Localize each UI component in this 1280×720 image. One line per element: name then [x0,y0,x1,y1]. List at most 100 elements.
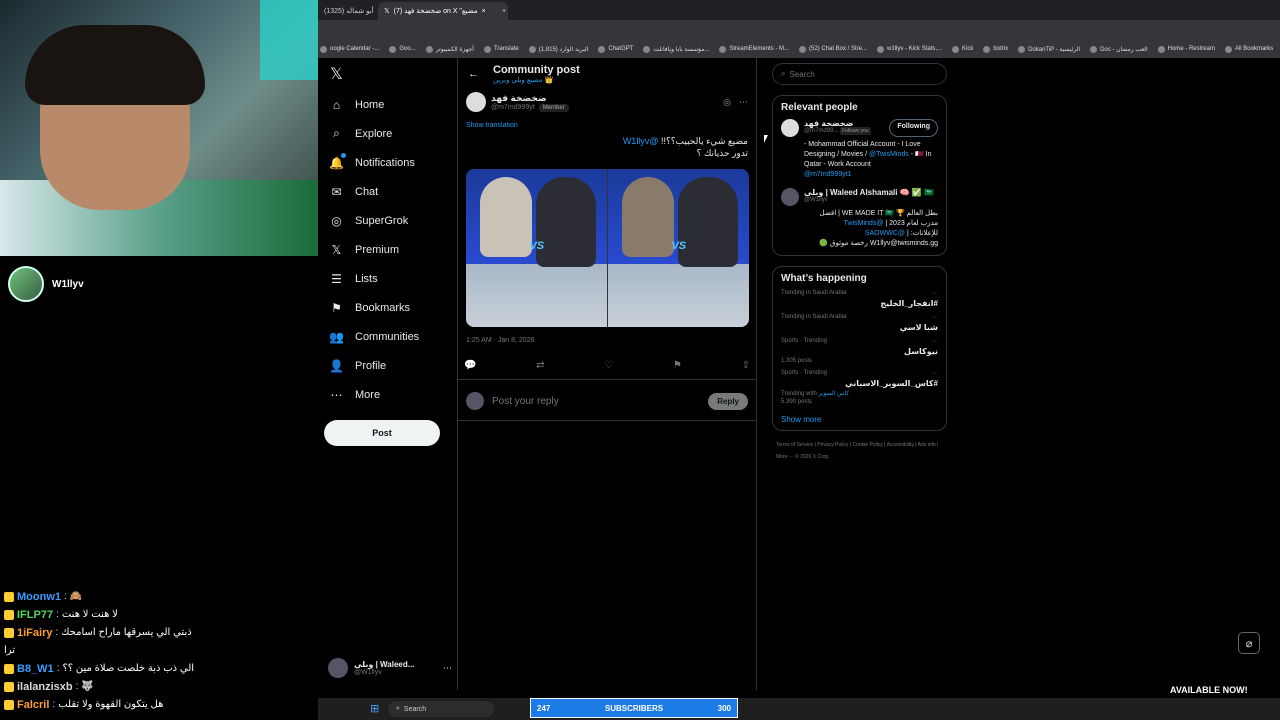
show-more-link[interactable]: Show more [781,415,938,424]
avatar[interactable] [781,188,799,206]
more-icon[interactable]: ⋯ [932,338,938,345]
nav-item-lists[interactable]: ☰ Lists [320,264,457,293]
trend-meta: Sports · Trending [781,338,828,344]
chat-text: ذبتي الي يسرقها ماراح اسامحك [61,627,192,638]
more-icon[interactable]: ⋯ [932,314,938,321]
nav-item-label: Communities [355,330,420,343]
trend-name: #كاس_السوبر_الاسباني [845,379,938,388]
post-timestamp[interactable]: 1:25 AM · Jan 8, 2026 [466,337,748,344]
nav-item-profile[interactable]: 👤 Profile [320,351,457,380]
bookmark-item[interactable]: botrix [983,45,1008,53]
chat-username: 1iFairy [17,627,53,639]
person-bio: - Mohammad Official Account - I Love Des… [804,141,932,178]
subscriber-count: 247 [537,703,551,713]
bookmark-favicon-icon [1018,45,1026,53]
nav-item-premium[interactable]: 𝕏 Premium [320,235,457,264]
reply-input[interactable]: Post your reply [492,396,700,407]
subscriber-goal: 300 [717,703,731,713]
nav-item-home[interactable]: ⌂ Home [320,90,457,119]
bookmark-item[interactable]: All Bookmarks [1224,45,1273,53]
reply-composer: Post your reply Reply [458,392,756,410]
bookmark-icon[interactable]: ⚑ [673,360,682,371]
webcam-feed [0,0,318,256]
trend-item[interactable]: Sports · Trending ⋯ نيوكاسل 1,305 posts [781,338,938,364]
following-button[interactable]: Following [889,119,938,137]
like-icon[interactable]: ♡ [604,360,613,371]
avatar[interactable] [781,119,799,137]
bookmark-favicon-icon [952,45,960,53]
author-avatar[interactable] [466,92,486,112]
mention-link[interactable]: @TwisMinds [869,151,909,158]
bookmark-item[interactable]: Home - Restream [1157,45,1215,53]
browser-tab-bar: أبو شماله (1325)× 𝕏(7) ضخضخة فهد on X "م… [318,0,1280,20]
bookmark-item[interactable]: StreamElements - M... [719,45,789,53]
bookmark-item[interactable]: ChatGPT [598,45,633,53]
post-author[interactable]: ضخضخة فهد @m7md999yt Member ◎ ⋯ [466,92,748,112]
bookmark-item[interactable]: (52) Chat Box / Stre... [799,45,867,53]
reply-button[interactable]: Reply [708,392,748,410]
chat-text: لا هنت لا هنت [61,609,118,620]
person-row[interactable]: وبلي | Waleed Alshamali 🧠 ✅ 🇸🇦 @W1llyv [781,188,938,206]
nav-item-label: Lists [355,272,378,285]
grok-icon[interactable]: ⌀ [1238,632,1260,654]
bookmark-item[interactable]: مؤسسة بابا ويافانلت... [643,45,709,53]
trend-item[interactable]: Sports · Trending ⋯ #كاس_السوبر_الاسباني Tr… [781,370,938,405]
nav-item-chat[interactable]: ✉ Chat [320,177,457,206]
bookmarks-bar: oogle Calendar -... Goo... أجهزة الكمبيوتر… [318,40,1280,58]
nav-item-bookmarks[interactable]: ⚑ Bookmarks [320,293,457,322]
more-icon[interactable]: ⋯ [739,97,748,108]
trend-name: نيوكاسل [904,347,938,356]
show-translation-link[interactable]: Show translation [466,122,748,129]
badge-icon [4,664,14,674]
nav-item-communities[interactable]: 👥 Communities [320,322,457,351]
new-tab-button[interactable]: + [496,2,514,20]
person-name[interactable]: وبلي | Waleed Alshamali 🧠 ✅ 🇸🇦 [804,188,938,197]
post-media[interactable]: VS VS [466,169,749,327]
grok-icon[interactable]: ◎ [723,97,731,108]
community-name[interactable]: مضيع وبلي وبرين 👑 [493,76,580,84]
chat-text: ترا [4,645,16,656]
account-switcher[interactable]: وبلي | Waleed... @W1llyv ⋯ [328,658,452,678]
windows-start-icon[interactable]: ⊞ [370,702,379,715]
person-row[interactable]: ضخضخة فهد @m7md99... Follows you Followi… [781,119,938,137]
taskbar-search[interactable]: ⌕ Search [388,701,494,717]
chat-icon: ✉ [331,184,342,199]
bookmark-favicon-icon [1224,45,1232,53]
bookmark-item[interactable]: البريد الوارد (1,815) [528,45,588,53]
more-icon[interactable]: ⋯ [932,370,938,377]
back-arrow-icon[interactable]: ← [468,68,479,80]
bookmark-item[interactable]: DokanTiP - الرئيسية [1018,45,1080,53]
reply-icon[interactable]: 💬 [464,360,476,371]
footer-links[interactable]: Terms of Service | Privacy Policy | Cook… [776,439,946,463]
nav-item-supergrok[interactable]: ◎ SuperGrok [320,206,457,235]
nav-item-more[interactable]: ⋯ More [320,380,457,409]
bookmark-item[interactable]: أجهزة الكمبيوتر [425,45,474,53]
bookmark-item[interactable]: oogle Calendar -... [320,45,379,53]
x-logo-icon[interactable]: 𝕏 [320,58,457,90]
chat-message: IFLP77: لا هنت لا هنت [4,606,254,624]
chat-text: 🐺 [81,681,94,692]
trend-item[interactable]: Trending in Saudi Arabia ⋯ #انفجار_الخليج [781,290,938,308]
author-name[interactable]: ضخضخة فهد [491,93,569,104]
trend-item[interactable]: Trending in Saudi Arabia ⋯ شبا لاسي [781,314,938,332]
share-icon[interactable]: ⇪ [742,360,750,371]
bookmark-item[interactable]: Translate [483,45,519,53]
browser-tab[interactable]: أبو شماله (1325)× [318,2,378,20]
bookmark-item[interactable]: Goo... [389,45,416,53]
bookmark-item[interactable]: Kick [952,45,973,53]
search-input[interactable]: ⌕ Search [772,63,947,85]
post-image[interactable]: VS [608,169,749,327]
more-icon[interactable]: ⋯ [932,290,938,297]
bookmark-item[interactable]: w1llyv - Kick Stats,... [877,45,942,53]
mention-link[interactable]: @m7md999yt1 [804,171,852,178]
post-button[interactable]: Post [324,420,440,446]
post-image[interactable]: VS [466,169,607,327]
bookmark-item[interactable]: Doc - العب رمضان [1090,45,1148,53]
browser-tab-active[interactable]: 𝕏 (7) ضخضخة فهد on X "مضيع × [378,2,508,20]
bookmark-favicon-icon [425,45,433,53]
author-handle[interactable]: @m7md999yt [491,104,535,111]
repost-icon[interactable]: ⇄ [536,360,544,371]
mention-link[interactable]: @W1llyv [623,136,659,146]
nav-item-notifications[interactable]: 🔔 Notifications [320,148,457,177]
nav-item-explore[interactable]: ⌕ Explore [320,119,457,148]
